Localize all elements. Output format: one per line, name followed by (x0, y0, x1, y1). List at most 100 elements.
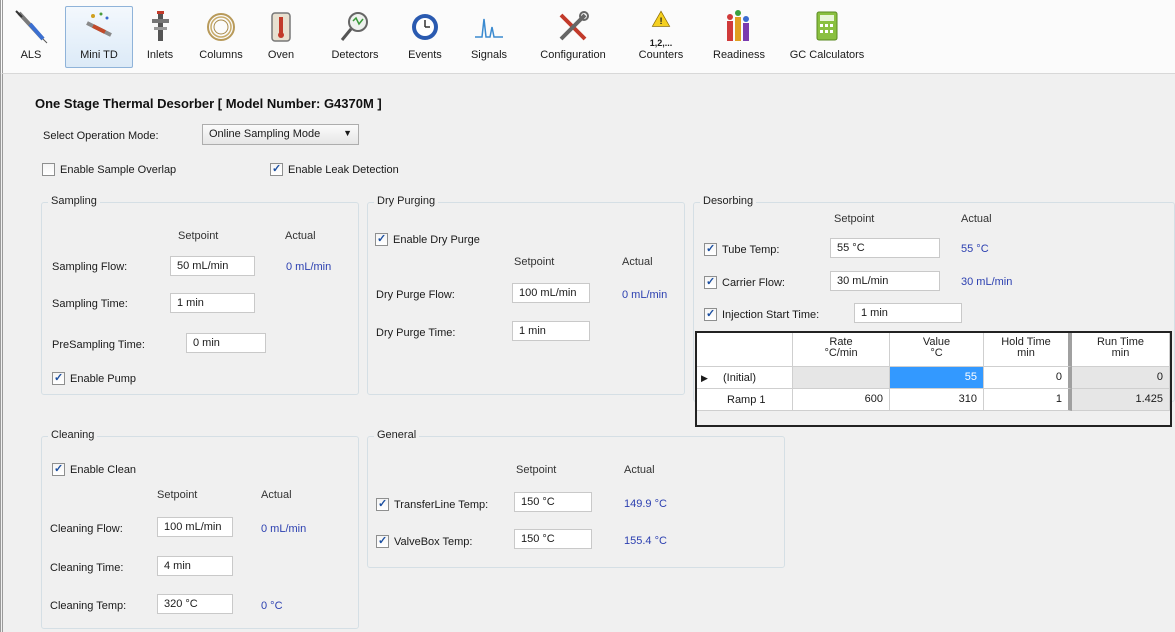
injection-start-time-checkbox[interactable]: Injection Start Time: (704, 307, 820, 321)
table-row-header[interactable]: Ramp 1 (697, 389, 793, 411)
mini-td-panel: One Stage Thermal Desorber [ Model Numbe… (0, 74, 1175, 632)
valvebox-temp-actual: 155.4 °C (624, 535, 667, 547)
readiness-bars-icon (727, 10, 749, 41)
dry-purge-flow-input[interactable]: 100 mL/min (512, 283, 590, 303)
dry-purge-setpoint-header: Setpoint (514, 256, 555, 268)
toolbar-oven-button[interactable]: Oven (261, 6, 301, 68)
enable-leak-detection-checkbox[interactable]: Enable Leak Detection (270, 162, 399, 176)
checkbox-box (704, 242, 717, 256)
tube-temp-label: Tube Temp: (722, 243, 780, 256)
checkbox-box (270, 162, 283, 176)
toolbar-mini-td-button[interactable]: Mini TD (65, 6, 133, 68)
sampling-time-input[interactable]: 1 min (170, 293, 255, 313)
enable-sample-overlap-checkbox[interactable]: Enable Sample Overlap (42, 163, 176, 176)
page-title: One Stage Thermal Desorber [ Model Numbe… (35, 96, 382, 111)
sampling-time-label: Sampling Time: (52, 298, 128, 310)
toolbar-columns-button[interactable]: Columns (195, 6, 247, 68)
column-header-hold-time-unit: min (1017, 347, 1035, 359)
table-cell-rate[interactable]: 600 (793, 389, 890, 411)
toolbar-als-button[interactable]: ALS (11, 6, 51, 68)
table-cell-value[interactable]: 55 (890, 367, 984, 389)
cleaning-group: Cleaning Enable Clean Setpoint Actual Cl… (41, 429, 359, 629)
injection-start-time-input[interactable]: 1 min (854, 303, 962, 323)
dry-purge-time-input[interactable]: 1 min (512, 321, 590, 341)
thermal-desorber-icon (86, 12, 112, 37)
current-row-arrow-icon: ▶ (701, 373, 708, 383)
counters-sublabel: 1,2,... (649, 38, 673, 48)
toolbar-events-button[interactable]: Events (403, 6, 447, 68)
presampling-time-label: PreSampling Time: (52, 339, 145, 351)
cleaning-temp-input[interactable]: 320 °C (157, 594, 233, 614)
enable-pump-label: Enable Pump (70, 372, 137, 385)
sampling-flow-input[interactable]: 50 mL/min (170, 256, 255, 276)
toolbar-counters-button[interactable]: ! 1,2,... Counters (629, 6, 693, 68)
enable-sample-overlap-label: Enable Sample Overlap (60, 163, 177, 176)
cleaning-actual-header: Actual (261, 489, 292, 501)
carrier-flow-checkbox[interactable]: Carrier Flow: (704, 275, 785, 289)
signal-peaks-icon (475, 18, 503, 38)
enable-clean-label: Enable Clean (70, 463, 137, 476)
toolbar-configuration-button[interactable]: Configuration (527, 6, 619, 68)
toolbar-oven-label: Oven (267, 49, 295, 61)
toolbar-readiness-label: Readiness (713, 49, 765, 61)
enable-clean-checkbox[interactable]: Enable Clean (52, 462, 137, 476)
inlet-icon (152, 11, 169, 41)
toolbar-signals-button[interactable]: Signals (465, 6, 513, 68)
sampling-flow-label: Sampling Flow: (52, 261, 128, 273)
toolbar-detectors-button[interactable]: Detectors (325, 6, 385, 68)
tube-temp-actual: 55 °C (961, 243, 989, 255)
dry-purging-group: Dry Purging Enable Dry Purge Setpoint Ac… (367, 195, 685, 395)
calculator-icon (816, 11, 838, 41)
toolbar-als-label: ALS (20, 49, 42, 61)
valvebox-temp-input[interactable]: 150 °C (514, 529, 592, 549)
table-cell-value[interactable]: 310 (890, 389, 984, 411)
toolbar-gc-calculators-label: GC Calculators (789, 49, 865, 61)
checkbox-box (42, 163, 55, 176)
enable-dry-purge-checkbox[interactable]: Enable Dry Purge (375, 232, 480, 246)
column-header-run-time[interactable]: Run Time min (1072, 333, 1170, 367)
cleaning-time-input[interactable]: 4 min (157, 556, 233, 576)
dry-purge-time-label: Dry Purge Time: (376, 327, 456, 339)
toolbar-readiness-button[interactable]: Readiness (705, 6, 773, 68)
checkbox-box (376, 497, 389, 511)
valvebox-temp-label: ValveBox Temp: (394, 535, 473, 548)
injection-start-time-label: Injection Start Time: (722, 308, 820, 321)
operation-mode-value: Online Sampling Mode (209, 128, 321, 140)
tube-temp-checkbox[interactable]: Tube Temp: (704, 242, 780, 256)
sampling-setpoint-header: Setpoint (178, 230, 219, 242)
column-header-rate[interactable]: Rate °C/min (793, 333, 890, 367)
dry-purge-actual-header: Actual (622, 256, 653, 268)
column-header-value[interactable]: Value °C (890, 333, 984, 367)
sampling-flow-actual: 0 mL/min (286, 261, 332, 273)
checkbox-box (375, 232, 388, 246)
cleaning-time-label: Cleaning Time: (50, 562, 124, 574)
enable-leak-detection-label: Enable Leak Detection (288, 163, 399, 176)
table-cell-hold-time[interactable]: 0 (984, 367, 1072, 389)
cleaning-flow-input[interactable]: 100 mL/min (157, 517, 233, 537)
cleaning-temp-actual: 0 °C (261, 600, 283, 612)
transferline-temp-checkbox[interactable]: TransferLine Temp: (376, 497, 488, 511)
column-header-hold-time[interactable]: Hold Time min (984, 333, 1072, 367)
dry-purging-group-title: Dry Purging (374, 195, 439, 207)
table-row-header[interactable]: ▶ (Initial) (697, 367, 793, 389)
table-row-name: (Initial) (722, 372, 756, 384)
presampling-time-input[interactable]: 0 min (186, 333, 266, 353)
toolbar-inlets-button[interactable]: Inlets (139, 6, 181, 68)
valvebox-temp-checkbox[interactable]: ValveBox Temp: (376, 534, 473, 548)
checkbox-box (376, 534, 389, 548)
operation-mode-dropdown[interactable]: Online Sampling Mode ▼ (202, 124, 359, 145)
column-header-rate-unit: °C/min (824, 347, 858, 359)
transferline-temp-input[interactable]: 150 °C (514, 492, 592, 512)
checkbox-box (52, 462, 65, 476)
enable-pump-checkbox[interactable]: Enable Pump (52, 371, 137, 385)
toolbar-gc-calculators-button[interactable]: GC Calculators (787, 6, 867, 68)
table-cell-run-time: 1.425 (1072, 389, 1170, 411)
sampling-group: Sampling Setpoint Actual Sampling Flow: … (41, 195, 359, 395)
table-cell-rate (793, 367, 890, 389)
carrier-flow-actual: 30 mL/min (961, 276, 1013, 288)
tube-temp-input[interactable]: 55 °C (830, 238, 940, 258)
general-actual-header: Actual (624, 464, 655, 476)
carrier-flow-input[interactable]: 30 mL/min (830, 271, 940, 291)
chevron-down-icon: ▼ (343, 128, 352, 138)
table-cell-hold-time[interactable]: 1 (984, 389, 1072, 411)
